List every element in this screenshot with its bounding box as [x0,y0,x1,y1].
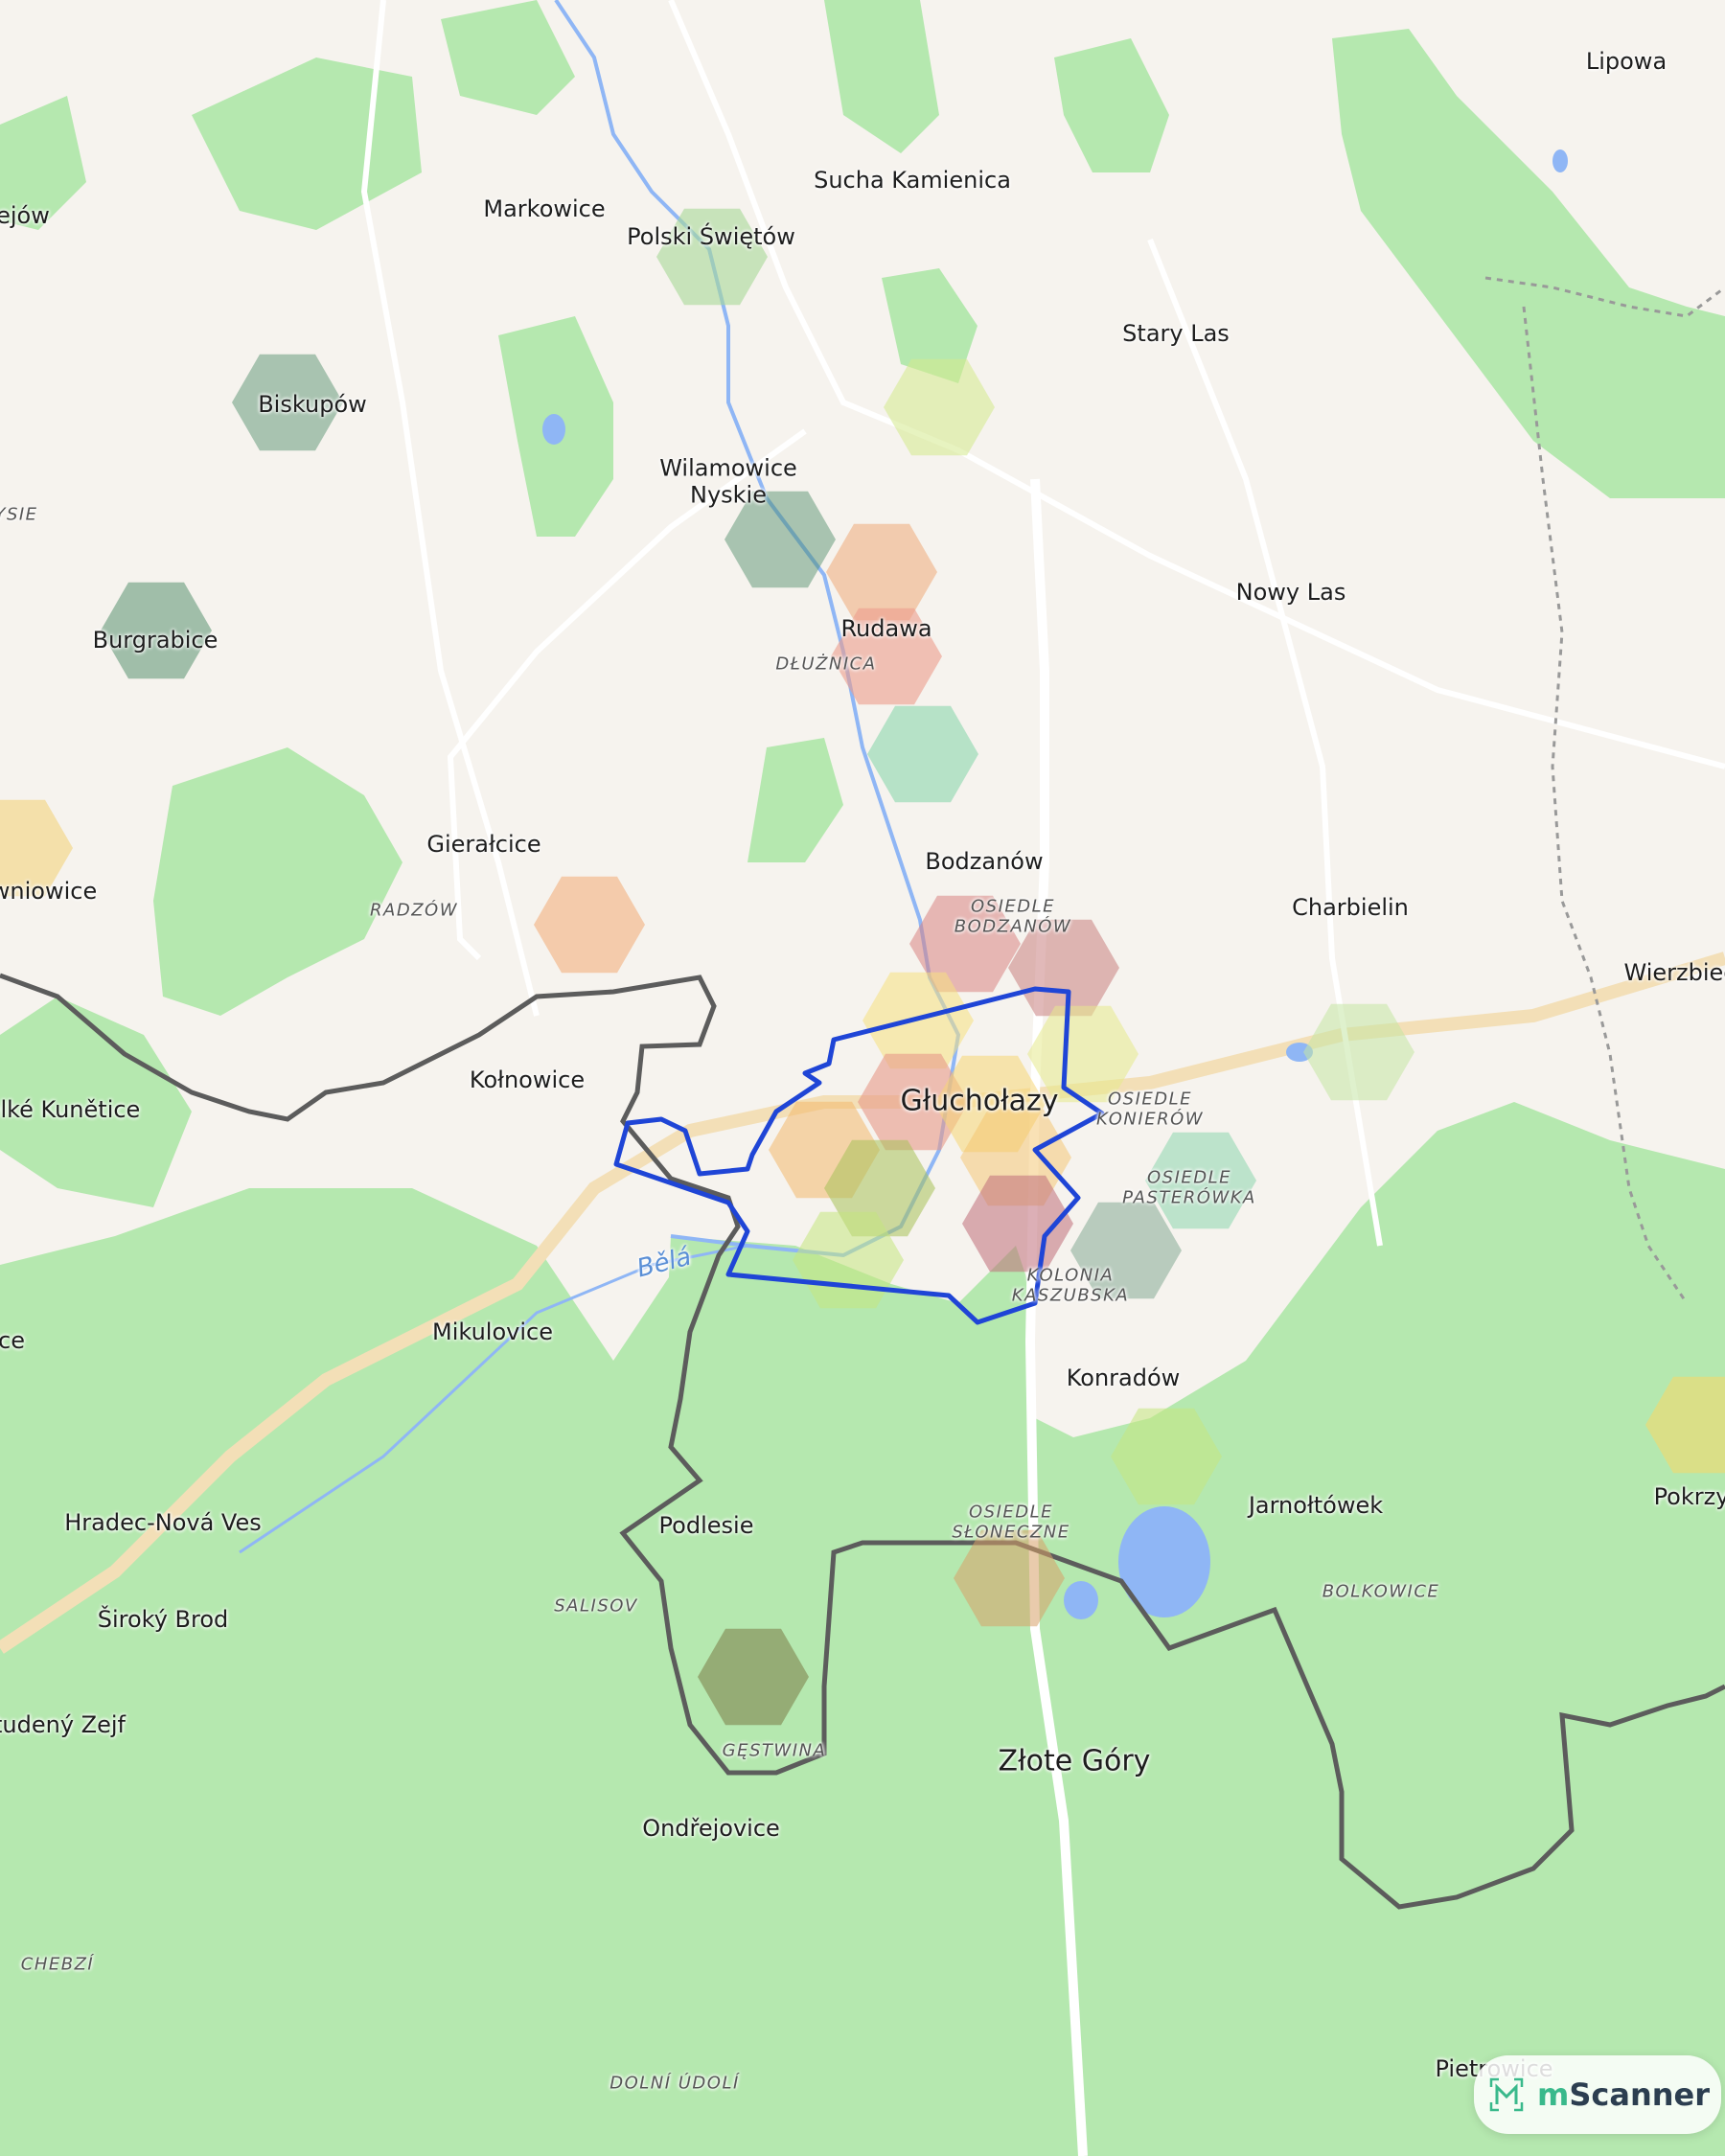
city-label-glucholazy[interactable]: Głuchołazy [900,1085,1058,1118]
place-label-polski-swietow[interactable]: Polski Świętów [627,223,795,250]
district-label-radzow: RADZÓW [370,900,458,921]
brand-name: mScanner [1537,2076,1710,2113]
place-label-pokrzywna[interactable]: Pokrzy [1654,1483,1725,1510]
place-label-konradow[interactable]: Konradów [1067,1365,1181,1391]
lake [1118,1506,1210,1617]
place-label-hradec-nova-ves[interactable]: Hradec-Nová Ves [64,1509,261,1536]
district-label-osiedle-sloneczne: OSIEDLE SŁONECZNE [952,1502,1070,1542]
place-label-markowice[interactable]: Markowice [483,195,605,222]
place-label-lipowa[interactable]: Lipowa [1586,48,1667,75]
lake [1552,149,1568,172]
district-label-osiedle-bodzanow: OSIEDLE BODZANÓW [954,896,1072,936]
place-label-kolnowice[interactable]: Kołnowice [470,1067,585,1093]
place-label-biskupow[interactable]: Biskupów [258,391,367,418]
district-label-dolni-udoli: DOLNÍ ÚDOLÍ [610,2073,740,2094]
district-label-dluznica: DŁUŻNICA [775,654,877,675]
map-view[interactable]: Lipowa Sucha Kamienica Markowice Polski … [0,0,1725,2156]
place-label-velke-kunetice[interactable]: elké Kunětice [0,1096,140,1123]
district-label-osiedle-konierow: OSIEDLE KONIERÓW [1095,1089,1205,1129]
place-label-sucha-kamienica[interactable]: Sucha Kamienica [814,167,1011,194]
place-label-rudawa[interactable]: Rudawa [840,615,932,642]
district-label-osiedle-pasterowka: OSIEDLE PASTERÓWKA [1122,1167,1256,1207]
place-label-stary-las[interactable]: Stary Las [1122,320,1230,347]
lake [1064,1581,1098,1619]
district-label-kolonia-kaszubska: KOLONIA KASZUBSKA [1011,1265,1130,1305]
place-label-ce[interactable]: ce [0,1327,25,1354]
place-label-ondrejovice[interactable]: Ondřejovice [642,1815,780,1842]
place-label-charbielin[interactable]: Charbielin [1292,894,1409,921]
place-label-nowy-las[interactable]: Nowy Las [1236,579,1346,606]
place-label-bodzanow[interactable]: Bodzanów [925,848,1043,875]
mscanner-brand-badge[interactable]: mScanner [1474,2055,1721,2134]
district-label-chebzi: CHEBZÍ [20,1954,95,1975]
city-label-zlote-gory[interactable]: Złote Góry [999,1745,1151,1778]
district-label-bolkowice: BOLKOWICE [1322,1581,1440,1602]
lake [542,414,565,445]
district-label-gestwina: GĘSTWINA [722,1740,827,1761]
place-label-studeny-zejf[interactable]: tudený Zejf [0,1711,126,1738]
place-label-siroky-brod[interactable]: Široký Brod [98,1606,229,1633]
mscanner-logo-icon [1489,2077,1524,2112]
place-label-lejow[interactable]: ejów [0,202,50,229]
place-label-podlesie[interactable]: Podlesie [659,1512,754,1539]
district-label-ysie: YSIE [0,504,38,525]
map-canvas[interactable] [0,0,1725,2156]
place-label-jarnoltowek[interactable]: Jarnołtówek [1249,1492,1383,1519]
brand-prefix: m [1537,2076,1570,2113]
place-label-wilamowice-nyskie[interactable]: Wilamowice Nyskie [659,455,797,508]
brand-suffix: Scanner [1569,2076,1710,2113]
place-label-wniowice[interactable]: wniowice [0,878,97,905]
district-label-salisov: SALISOV [554,1595,638,1617]
place-label-gieralcice[interactable]: Gierałcice [426,831,540,858]
place-label-wierzbiec[interactable]: Wierzbiec [1624,959,1725,986]
place-label-burgrabice[interactable]: Burgrabice [93,627,218,654]
place-label-mikulovice[interactable]: Mikulovice [432,1319,553,1345]
